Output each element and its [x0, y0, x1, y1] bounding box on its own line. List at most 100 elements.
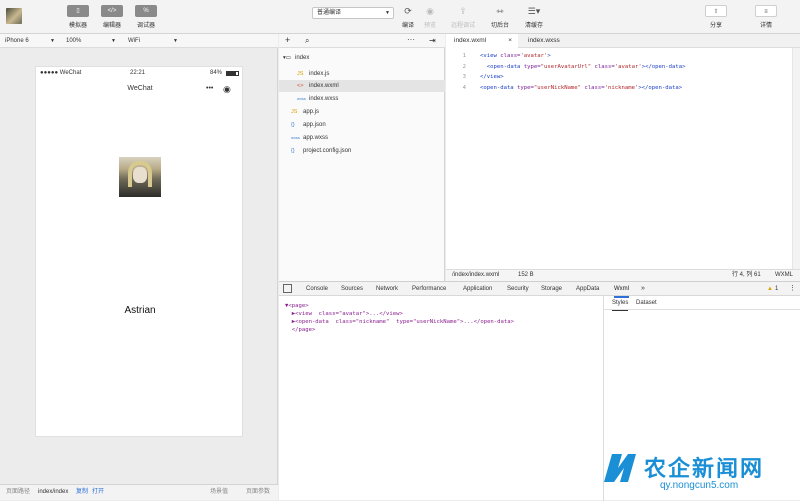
background-button[interactable]: ⇿ 切后台: [484, 5, 516, 29]
zoom-select[interactable]: 100% ▼: [66, 36, 116, 46]
more-dots-icon[interactable]: •••: [206, 83, 213, 95]
js-file-icon: JS: [291, 109, 298, 115]
kebab-menu-icon[interactable]: ⋮: [789, 282, 796, 296]
code-token: class=: [581, 84, 605, 91]
phone-status-bar: ●●●●● WeChat 22:21 84%: [36, 67, 244, 79]
watermark-logo-icon: [604, 454, 636, 482]
code-token: </view>: [480, 74, 504, 80]
warning-count: 1: [775, 286, 779, 292]
line-number: 3: [462, 74, 466, 80]
watermark: 农企新闻网 qy.nongcun5.com: [600, 448, 800, 500]
open-link[interactable]: 打开: [92, 485, 104, 500]
json-file-icon: {}: [291, 122, 295, 128]
debugger-button[interactable]: % 调试器: [130, 5, 162, 29]
page-params-button[interactable]: 页面参数: [246, 485, 270, 500]
warning-icon[interactable]: ▲: [767, 282, 773, 296]
folder-index[interactable]: ▾▭ index: [283, 52, 309, 64]
file-path: /index/index.wxml: [452, 272, 500, 278]
editor-button[interactable]: </> 编辑器: [96, 5, 128, 29]
devtools-tab-application[interactable]: Application: [463, 282, 492, 296]
devtools-tab-console[interactable]: Console: [306, 282, 328, 296]
more-icon[interactable]: ···: [407, 34, 415, 46]
line-number: 1: [462, 53, 466, 59]
carrier-label: ●●●●● WeChat: [40, 70, 82, 76]
collapse-icon[interactable]: ⇥: [429, 34, 436, 47]
code-line[interactable]: 3 </view>: [446, 72, 504, 82]
folder-icon: ▾▭: [283, 55, 291, 61]
file-item[interactable]: wxss index.wxss: [297, 93, 338, 105]
devtools-tabs: Console Sources Network Performance Applicat…: [279, 282, 800, 298]
editor-scrollbar[interactable]: [792, 48, 800, 269]
clear-cache-button[interactable]: ☰▾ 清缓存: [518, 5, 550, 29]
tab-index-wxss[interactable]: index.wxss: [520, 34, 568, 48]
xml-file-icon: <>: [297, 83, 304, 89]
line-number: 2: [462, 63, 466, 70]
file-item-selected[interactable]: <> index.wxml: [279, 80, 445, 92]
remote-debug-button[interactable]: ⇪ 远程调试: [447, 5, 479, 29]
code-token: type=: [523, 63, 541, 70]
target-icon[interactable]: ◉: [223, 83, 231, 95]
simulator-button[interactable]: ▯ 模拟器: [62, 5, 94, 29]
devtools-tab-security[interactable]: Security: [507, 282, 529, 296]
eye-icon: ◉: [426, 6, 434, 16]
wxml-node[interactable]: ▼<page>: [285, 302, 309, 310]
nickname-text: Astrian: [124, 305, 156, 316]
phone-icon: ▯: [67, 5, 89, 17]
inspect-icon[interactable]: [283, 284, 292, 293]
code-token: ></open-data>: [638, 84, 683, 91]
more-tabs-icon[interactable]: »: [641, 282, 645, 296]
tab-dataset[interactable]: Dataset: [636, 296, 657, 310]
preview-button[interactable]: ◉ 预览: [414, 5, 446, 29]
scene-value-button[interactable]: 场景值: [210, 485, 228, 500]
watermark-text: 农企新闻网: [644, 456, 765, 481]
add-icon[interactable]: +: [285, 34, 290, 47]
devtools-tab-network[interactable]: Network: [376, 282, 398, 296]
wxml-node[interactable]: </page>: [285, 326, 316, 334]
copy-link[interactable]: 复制: [76, 485, 88, 500]
code-token: <open-data: [486, 63, 524, 70]
code-line[interactable]: 2 <open-data type="userAvatarUrl" class=…: [446, 62, 686, 72]
devtools-tab-sources[interactable]: Sources: [341, 282, 363, 296]
tab-styles[interactable]: Styles: [612, 296, 629, 311]
code-token: >: [547, 53, 551, 59]
devtools-tab-storage[interactable]: Storage: [541, 282, 562, 296]
code-token: 'avatar': [614, 63, 642, 70]
device-select[interactable]: iPhone 6 ▼: [5, 36, 55, 46]
language-mode[interactable]: WXML: [775, 270, 793, 281]
avatar-image: [119, 157, 161, 197]
devtools-tab-performance[interactable]: Performance: [412, 282, 446, 296]
share-button[interactable]: ⇧ 分享: [700, 5, 732, 29]
chevron-down-icon: ▼: [50, 38, 55, 44]
tab-index-wxml[interactable]: index.wxml ×: [446, 34, 518, 48]
cursor-position: 行 4, 列 61: [732, 272, 761, 278]
file-item[interactable]: {} project.config.json: [291, 145, 351, 157]
page-path: index/index: [38, 489, 69, 495]
user-avatar[interactable]: [6, 8, 22, 24]
file-item[interactable]: JS app.js: [291, 106, 319, 118]
file-item[interactable]: wxss app.wxss: [291, 132, 328, 144]
network-select[interactable]: WiFi ▼: [128, 36, 178, 46]
code-line[interactable]: 4 <open-data type="userNickName" class='n…: [446, 83, 682, 93]
file-size: 152 B: [518, 272, 534, 278]
battery-label: 84%: [210, 70, 223, 76]
capsule-menu[interactable]: ••• ◉: [206, 83, 234, 95]
close-icon[interactable]: ×: [508, 34, 512, 48]
side-tabs: Styles Dataset: [604, 296, 800, 311]
wxml-node[interactable]: ▶<view class="avatar">...</view>: [285, 310, 403, 318]
details-button[interactable]: ≡ 详情: [750, 5, 782, 29]
wxml-node[interactable]: ▶<open-data class="nickname" type="userN…: [285, 318, 514, 326]
compile-mode-select[interactable]: 普通编译 ▼: [312, 7, 394, 19]
search-icon[interactable]: ⌕: [305, 34, 309, 47]
simulator-bar: iPhone 6 ▼ 100% ▼ WiFi ▼: [0, 34, 278, 48]
file-explorer: ▾▭ index JS index.js <> index.wxml wxss inde…: [279, 48, 445, 281]
wxss-file-icon: wxss: [291, 135, 300, 140]
switch-icon: ⇿: [496, 6, 504, 16]
code-token: class=: [500, 53, 521, 59]
editor-status-bar: /index/index.wxml 152 B 行 4, 列 61 WXML: [446, 269, 800, 281]
file-item[interactable]: JS index.js: [297, 68, 329, 80]
code-token: <view: [480, 53, 501, 59]
code-line[interactable]: 1 <view class='avatar'>: [446, 51, 551, 61]
code-token: "userAvatarUrl": [540, 63, 592, 70]
file-item[interactable]: {} app.json: [291, 119, 326, 131]
devtools-tab-appdata[interactable]: AppData: [576, 282, 599, 296]
